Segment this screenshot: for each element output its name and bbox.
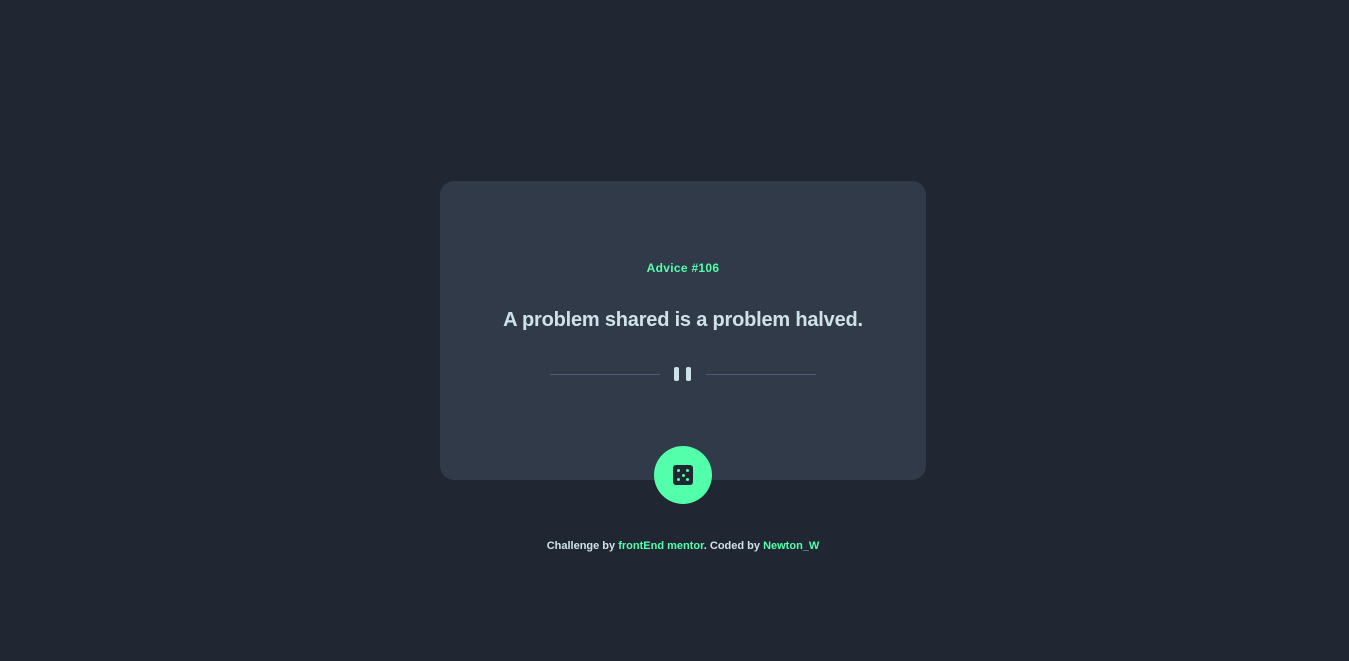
new-advice-button[interactable] xyxy=(654,446,712,504)
advice-number: Advice #106 xyxy=(646,261,720,275)
divider-line-right xyxy=(706,374,816,375)
divider-line-left xyxy=(550,374,660,375)
dice-icon xyxy=(673,465,693,485)
footer-prefix: Challenge by xyxy=(546,540,619,552)
pause-quote-icon xyxy=(674,367,692,381)
advice-quote: A problem shared is a problem halved. xyxy=(503,309,863,331)
pattern-divider xyxy=(550,365,816,383)
footer-middle: . Coded by xyxy=(703,540,764,552)
attribution-footer: Challenge by frontEnd mentor. Coded by N… xyxy=(0,540,1349,552)
advice-card: Advice #106 A problem shared is a proble… xyxy=(440,181,926,480)
frontend-mentor-link[interactable]: frontEnd mentor xyxy=(618,540,704,552)
author-link[interactable]: Newton_W xyxy=(763,540,819,552)
